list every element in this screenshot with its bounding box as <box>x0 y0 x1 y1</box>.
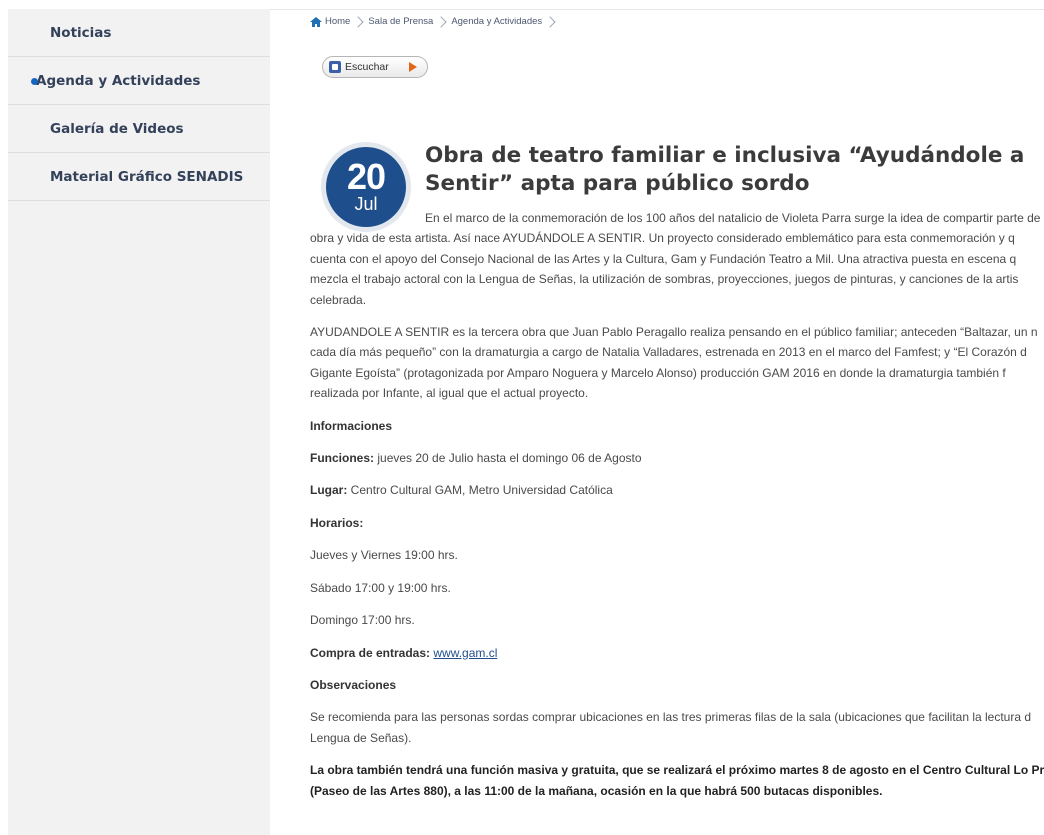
chevron-right-icon <box>352 15 365 28</box>
text-line: Gigante Egoísta” (protagonizada por Ampa… <box>310 365 1006 380</box>
chevron-right-icon <box>544 15 556 28</box>
home-icon[interactable] <box>310 16 322 27</box>
text-line: Lengua de Señas). <box>310 730 412 745</box>
gam-link[interactable]: www.gam.cl <box>433 646 497 660</box>
page-title: Obra de teatro familiar e inclusiva “Ayu… <box>425 143 1025 196</box>
sidebar-item-label: Material Gráfico SENADIS <box>50 168 244 185</box>
text-line: Se recomienda para las personas sordas c… <box>310 710 1032 725</box>
text-line: cuenta con el apoyo del Consejo Nacional… <box>310 251 1017 266</box>
lugar-value: Centro Cultural GAM, Metro Universidad C… <box>347 483 613 498</box>
play-button[interactable] <box>396 56 428 78</box>
compra-line: Compra de entradas: www.gam.cl <box>310 643 1044 663</box>
sidebar-item-agenda[interactable]: Agenda y Actividades <box>8 57 270 105</box>
informaciones-heading: Informaciones <box>310 418 393 433</box>
chevron-right-icon <box>435 15 447 28</box>
breadcrumb-agenda[interactable]: Agenda y Actividades <box>451 16 542 27</box>
sidebar: Noticias Agenda y Actividades Galería de… <box>8 9 270 835</box>
listen-widget: Escuchar <box>322 56 428 78</box>
sidebar-item-label: Galería de Videos <box>50 120 184 137</box>
text-line: celebrada. <box>310 292 367 307</box>
funciones-label: Funciones: <box>310 451 375 466</box>
breadcrumb-sala-de-prensa[interactable]: Sala de Prensa <box>368 16 433 27</box>
text-line: La obra también tendrá una función masiv… <box>310 763 1044 778</box>
lugar-label: Lugar: <box>310 483 348 498</box>
text-line: obra y vida de esta artista. Así nace AY… <box>310 231 1015 246</box>
sidebar-item-noticias[interactable]: Noticias <box>8 9 270 57</box>
text-line: En el marco de la conmemoración de los 1… <box>425 211 1041 225</box>
lugar-line: Lugar: Centro Cultural GAM, Metro Univer… <box>310 480 1044 500</box>
horarios-heading: Horarios: <box>310 515 364 530</box>
sidebar-item-label: Noticias <box>50 24 112 41</box>
final-paragraph: La obra también tendrá una función masiv… <box>310 760 1044 801</box>
compra-label: Compra de entradas: <box>310 645 434 660</box>
date-day: 20 <box>346 156 386 197</box>
observaciones-heading: Observaciones <box>310 677 397 692</box>
text-line: realizada por Infante, al igual que el a… <box>310 386 589 401</box>
text-line: mezcla el trabajo actoral con la Lengua … <box>310 272 1019 287</box>
text-line: (Paseo de las Artes 880), a las 11:00 de… <box>310 783 883 798</box>
horario-line: Domingo 17:00 hrs. <box>310 613 415 628</box>
sidebar-item-label: Agenda y Actividades <box>36 72 201 89</box>
intro-paragraph: En el marco de la conmemoración de los 1… <box>310 208 1044 310</box>
horario-line: Jueves y Viernes 19:00 hrs. <box>310 548 458 563</box>
listen-label: Escuchar <box>345 61 389 73</box>
sidebar-item-galeria[interactable]: Galería de Videos <box>8 105 270 153</box>
sidebar-item-material[interactable]: Material Gráfico SENADIS <box>8 153 270 201</box>
horario-line: Sábado 17:00 y 19:00 hrs. <box>310 580 451 595</box>
article-body: En el marco de la conmemoración de los 1… <box>310 208 1044 813</box>
top-divider <box>270 9 1044 10</box>
funciones-value: jueves 20 de Julio hasta el domingo 06 d… <box>374 451 642 466</box>
active-bullet-icon <box>31 78 38 85</box>
breadcrumb-home[interactable]: Home <box>325 16 350 27</box>
speaker-icon <box>329 61 341 73</box>
observaciones-paragraph: Se recomienda para las personas sordas c… <box>310 707 1044 748</box>
listen-button[interactable]: Escuchar <box>322 56 398 78</box>
play-icon <box>408 62 417 72</box>
funciones-line: Funciones: jueves 20 de Julio hasta el d… <box>310 448 1044 468</box>
second-paragraph: AYUDANDOLE A SENTIR es la tercera obra q… <box>310 322 1044 404</box>
text-line: AYUDANDOLE A SENTIR es la tercera obra q… <box>310 325 1038 340</box>
text-line: cada día más pequeño” con la dramaturgia… <box>310 345 1027 360</box>
breadcrumb: Home Sala de Prensa Agenda y Actividades <box>310 15 560 28</box>
